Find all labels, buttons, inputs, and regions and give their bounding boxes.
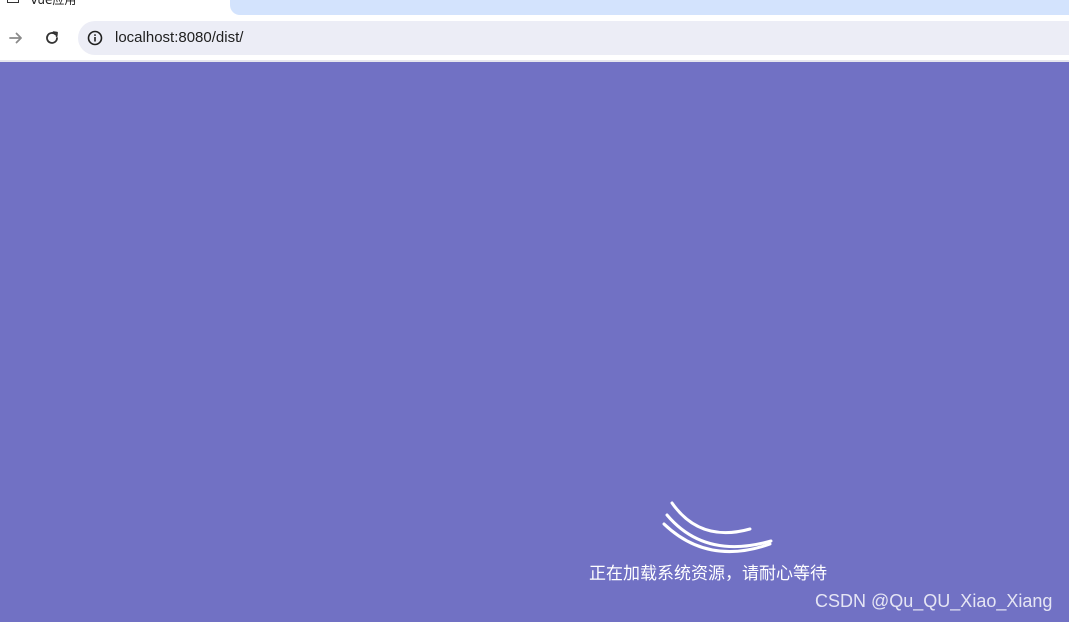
loading-spinner-icon — [662, 501, 773, 554]
forward-button[interactable] — [2, 24, 30, 52]
watermark-text: CSDN @Qu_QU_Xiao_Xiang — [815, 591, 1053, 611]
reload-button[interactable] — [38, 24, 66, 52]
tab-strip: Vue应用 — [0, 0, 1069, 16]
url-text[interactable]: localhost:8080/dist/ — [115, 29, 243, 46]
browser-chrome: Vue应用 localhost:8080/dist/ — [0, 0, 1069, 60]
tab-strip-empty-area — [230, 0, 1069, 15]
tab-favicon-icon — [7, 0, 19, 3]
loading-message: 正在加载系统资源，请耐心等待 — [589, 564, 827, 584]
browser-toolbar: localhost:8080/dist/ — [0, 16, 1069, 60]
reload-icon — [46, 31, 58, 44]
page-content: 正在加载系统资源，请耐心等待 CSDN @Qu_QU_Xiao_Xiang — [0, 62, 1069, 622]
tab-title[interactable]: Vue应用 — [30, 0, 76, 8]
info-icon[interactable] — [87, 30, 103, 46]
address-bar[interactable]: localhost:8080/dist/ — [78, 21, 1069, 55]
arrow-right-icon — [9, 32, 22, 44]
